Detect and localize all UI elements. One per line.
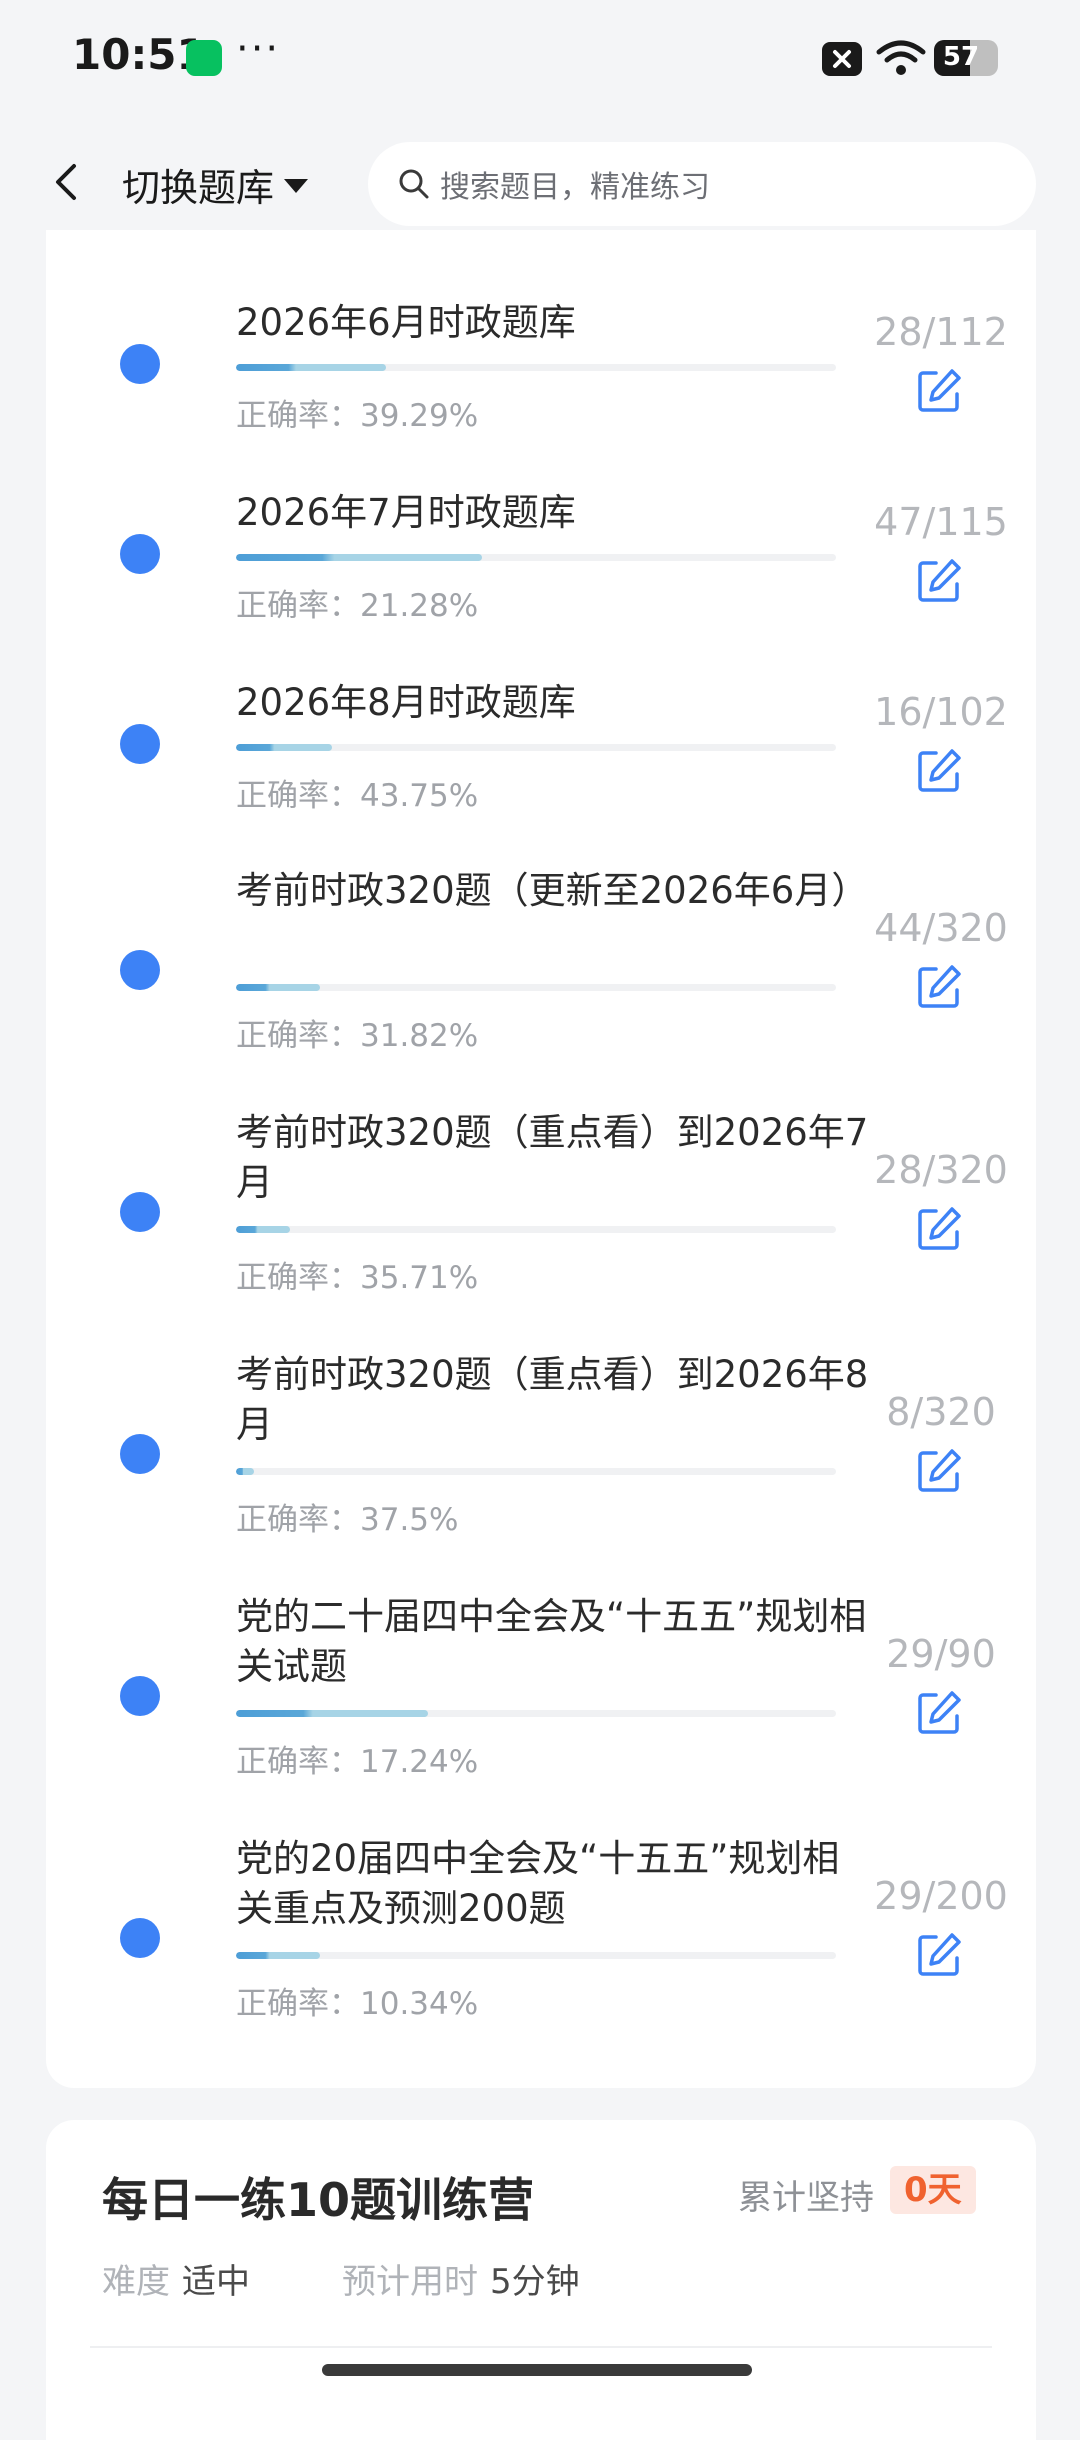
edit-icon[interactable]: [914, 1446, 964, 1496]
wifi-icon: [876, 40, 926, 75]
progress-fill: [236, 984, 320, 991]
no-sim-icon: [822, 42, 862, 76]
search-icon: [399, 169, 429, 199]
item-title: 考前时政320题（更新至2026年6月）: [236, 869, 869, 912]
item-title: 党的二十届四中全会及“十五五”规划相关试题: [236, 1595, 867, 1688]
progress-fill: [236, 1226, 290, 1233]
list-item[interactable]: 2026年7月时政题库 正确率：21.28% 47/115: [46, 420, 1036, 624]
battery-level: 57: [942, 42, 980, 72]
accuracy-text: 正确率：10.34%: [236, 1986, 479, 2022]
status-dot: [120, 1676, 160, 1716]
progress-fill: [236, 364, 386, 371]
progress-bar: [236, 744, 836, 751]
daily-practice-card[interactable]: 每日一练10题训练营 累计坚持 0天 难度 适中 预计用时 5分钟: [46, 2120, 1036, 2440]
progress-count: 44/320: [874, 906, 1008, 950]
wechat-icon: [186, 40, 222, 76]
progress-bar: [236, 984, 836, 991]
switch-bank-label: 切换题库: [122, 165, 275, 210]
switch-bank-dropdown[interactable]: 切换题库: [122, 156, 309, 212]
question-bank-list: 2026年6月时政题库 正确率：39.29% 28/112 2026年7月时政题…: [46, 230, 1036, 2088]
progress-count: 47/115: [874, 500, 1008, 544]
item-title: 考前时政320题（重点看）到2026年7月: [236, 1111, 869, 1204]
search-placeholder: 搜索题目，精准练习: [440, 170, 710, 205]
progress-bar: [236, 364, 836, 371]
time-info: 预计用时 5分钟: [342, 2254, 580, 2303]
difficulty-value: 适中: [182, 2262, 250, 2302]
list-item[interactable]: 考前时政320题（重点看）到2026年7月 正确率：35.71% 28/320: [46, 1042, 1036, 1296]
edit-icon[interactable]: [914, 1930, 964, 1980]
list-item[interactable]: 2026年8月时政题库 正确率：43.75% 16/102: [46, 610, 1036, 814]
status-dot: [120, 1434, 160, 1474]
streak-label: 累计坚持: [738, 2178, 874, 2218]
edit-icon[interactable]: [914, 1688, 964, 1738]
status-dot: [120, 344, 160, 384]
streak-badge: 0天: [890, 2166, 976, 2214]
progress-count: 8/320: [886, 1390, 996, 1434]
caret-down-icon: [284, 179, 309, 193]
status-dot: [120, 950, 160, 990]
progress-count: 16/102: [874, 690, 1008, 734]
list-item[interactable]: 党的二十届四中全会及“十五五”规划相关试题 正确率：17.24% 29/90: [46, 1526, 1036, 1780]
progress-fill: [236, 1710, 428, 1717]
item-title: 2026年6月时政题库: [236, 301, 576, 344]
progress-bar: [236, 1952, 836, 1959]
list-item[interactable]: 考前时政320题（重点看）到2026年8月 正确率：37.5% 8/320: [46, 1284, 1036, 1538]
difficulty-label: 难度: [102, 2262, 170, 2302]
top-bar: 切换题库 搜索题目，精准练习: [0, 120, 1080, 248]
time-value: 5分钟: [490, 2262, 580, 2302]
progress-fill: [236, 744, 332, 751]
progress-count: 28/112: [874, 310, 1008, 354]
edit-icon[interactable]: [914, 962, 964, 1012]
item-title: 党的20届四中全会及“十五五”规划相关重点及预测200题: [236, 1837, 840, 1930]
item-title: 2026年8月时政题库: [236, 681, 576, 724]
progress-bar: [236, 1468, 836, 1475]
more-notifications-icon: ···: [236, 26, 281, 72]
back-arrow-icon[interactable]: [38, 152, 98, 212]
progress-fill: [236, 1952, 320, 1959]
battery-icon: 57: [934, 40, 998, 76]
progress-bar: [236, 1710, 836, 1717]
progress-fill: [236, 1468, 254, 1475]
status-dot: [120, 724, 160, 764]
progress-bar: [236, 1226, 836, 1233]
edit-icon[interactable]: [914, 556, 964, 606]
status-bar: 10:51 ··· 57: [0, 0, 1080, 120]
progress-count: 29/90: [886, 1632, 996, 1676]
edit-icon[interactable]: [914, 366, 964, 416]
divider: [90, 2346, 992, 2348]
progress-count: 29/200: [874, 1874, 1008, 1918]
time-label: 预计用时: [342, 2262, 478, 2302]
edit-icon[interactable]: [914, 746, 964, 796]
status-dot: [120, 1192, 160, 1232]
item-title: 2026年7月时政题库: [236, 491, 576, 534]
edit-icon[interactable]: [914, 1204, 964, 1254]
progress-bar: [236, 554, 836, 561]
list-item[interactable]: 党的20届四中全会及“十五五”规划相关重点及预测200题 正确率：10.34% …: [46, 1768, 1036, 2022]
status-dot: [120, 1918, 160, 1958]
camp-title: 每日一练10题训练营: [102, 2173, 535, 2227]
progress-fill: [236, 554, 482, 561]
progress-count: 28/320: [874, 1148, 1008, 1192]
list-item[interactable]: 2026年6月时政题库 正确率：39.29% 28/112: [46, 230, 1036, 434]
difficulty-info: 难度 适中: [102, 2254, 250, 2303]
home-indicator[interactable]: [322, 2364, 752, 2376]
list-item[interactable]: 考前时政320题（更新至2026年6月） 正确率：31.82% 44/320: [46, 800, 1036, 1054]
search-input[interactable]: 搜索题目，精准练习: [368, 142, 1036, 226]
item-title: 考前时政320题（重点看）到2026年8月: [236, 1353, 869, 1446]
status-dot: [120, 534, 160, 574]
